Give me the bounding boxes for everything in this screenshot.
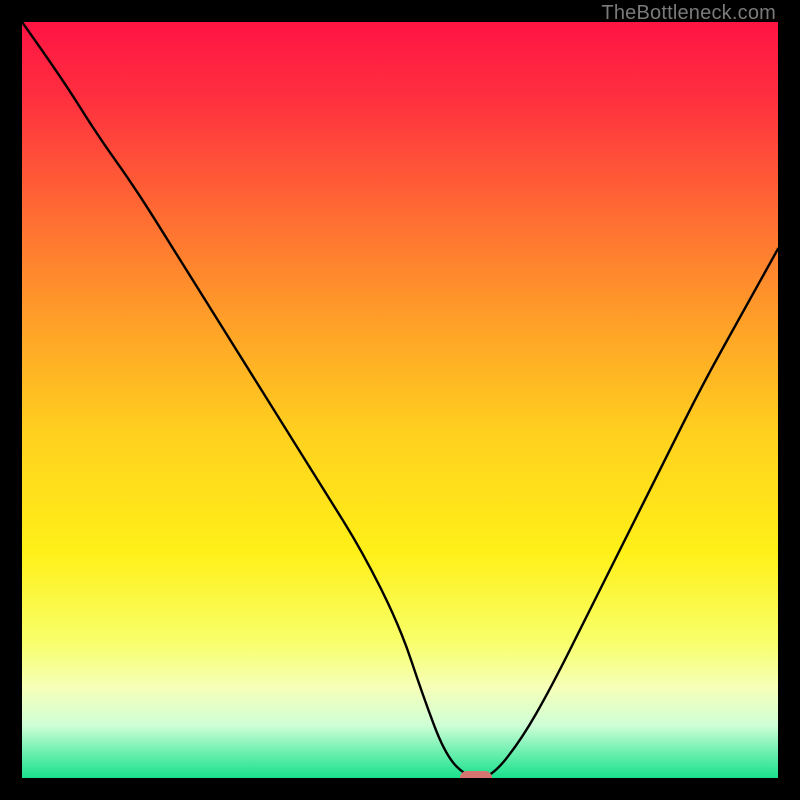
chart-frame: TheBottleneck.com — [0, 0, 800, 800]
bottleneck-curve — [22, 22, 778, 778]
source-label: TheBottleneck.com — [601, 2, 776, 25]
plot-area — [22, 22, 778, 778]
optimum-marker — [460, 771, 492, 778]
